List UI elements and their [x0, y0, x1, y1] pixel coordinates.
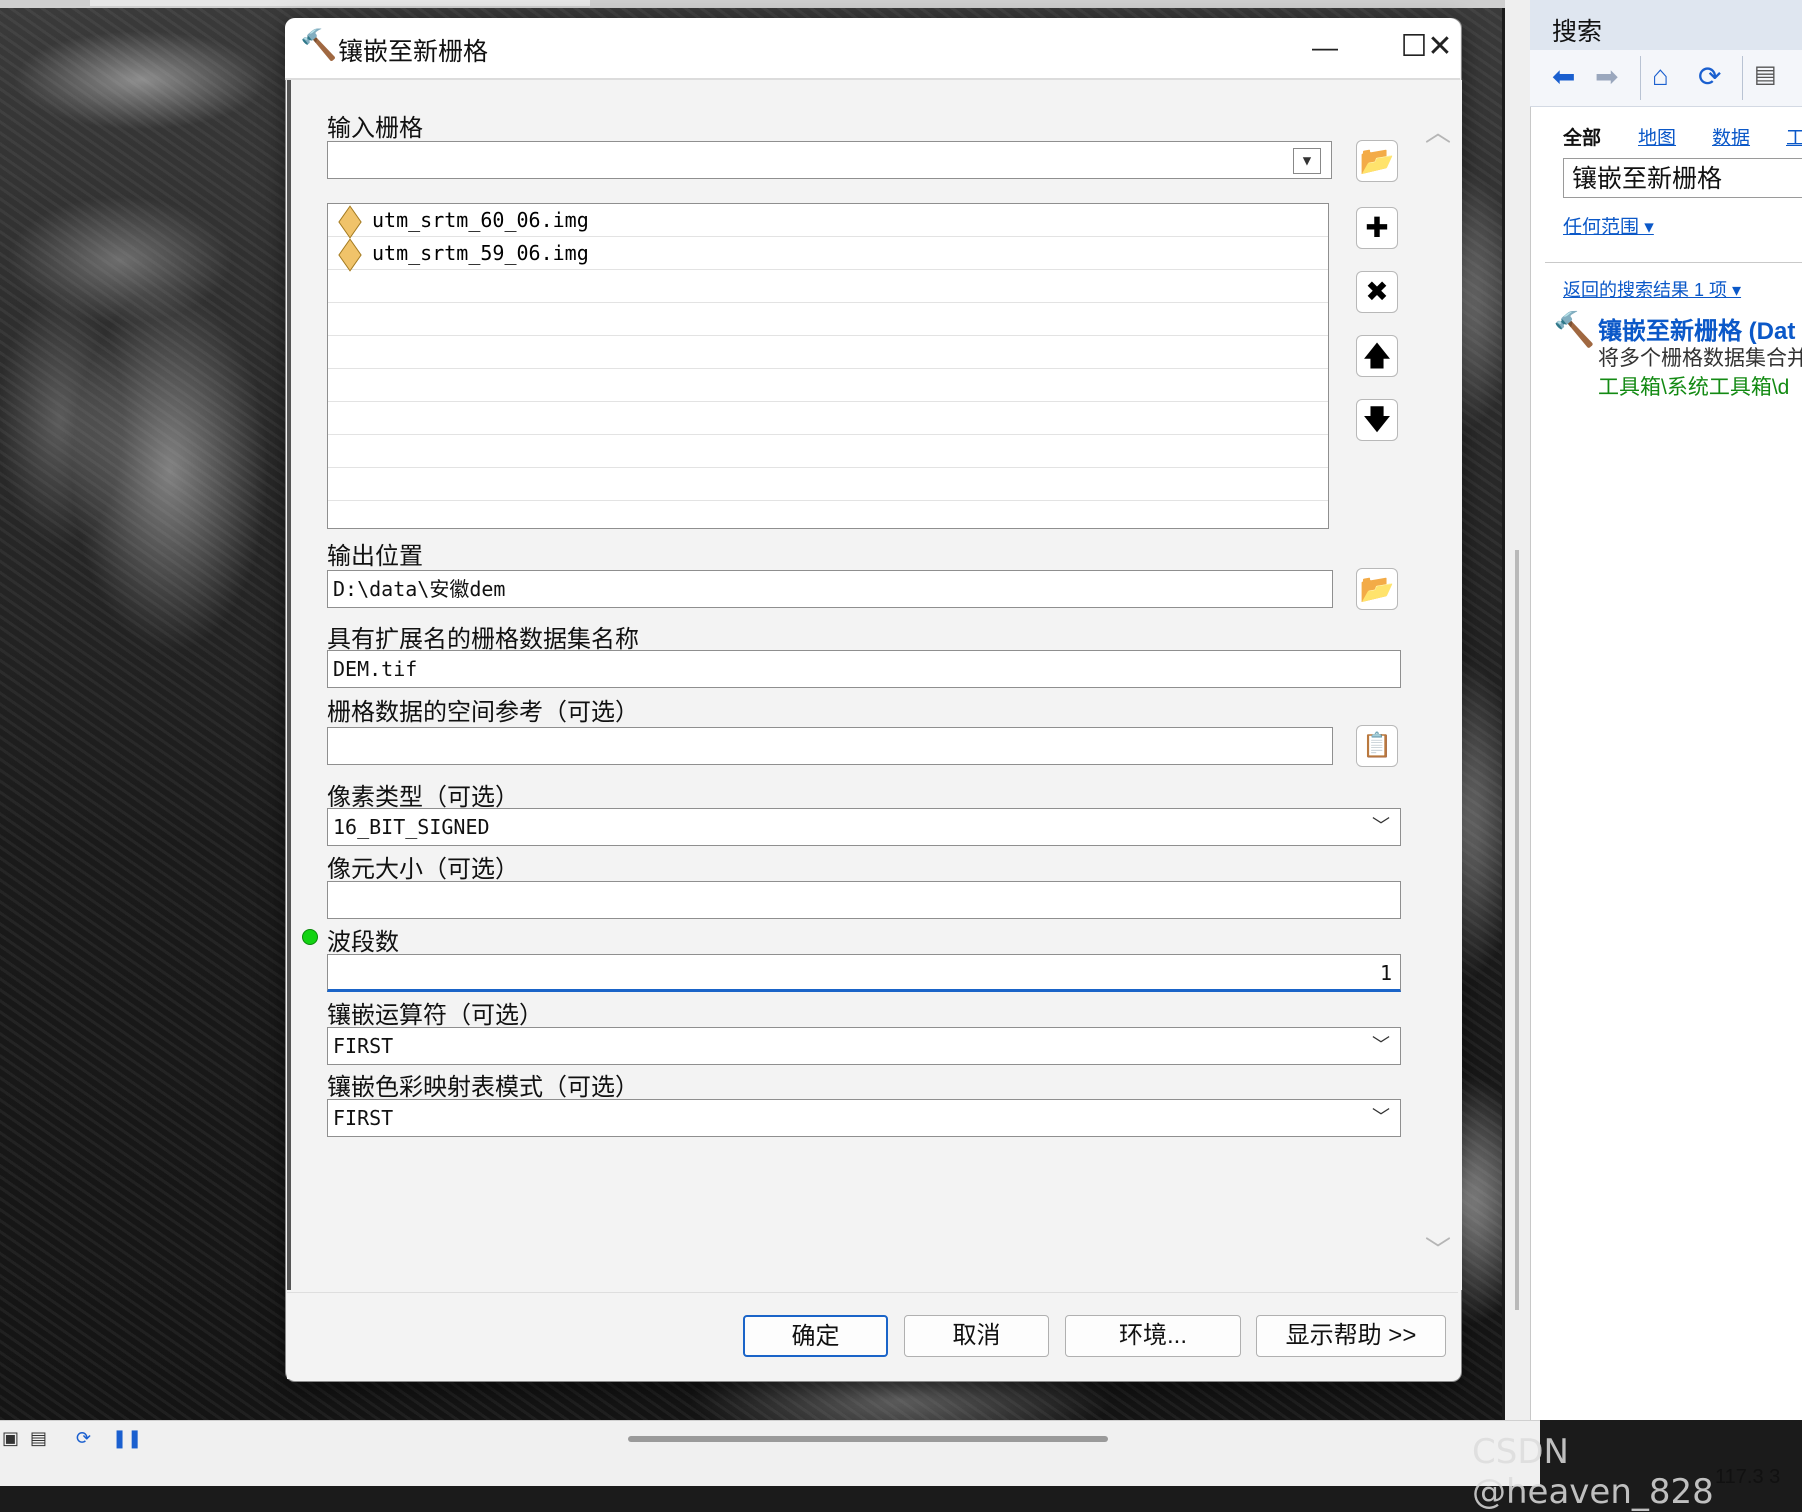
- search-input[interactable]: 镶嵌至新栅格: [1563, 158, 1802, 198]
- forward-icon[interactable]: ➡: [1595, 60, 1618, 93]
- output-location-label: 输出位置: [327, 543, 423, 570]
- band-count-label: 波段数: [327, 929, 399, 956]
- chevron-up-icon[interactable]: ︿: [1425, 112, 1451, 149]
- x-icon: ✖: [1365, 276, 1389, 307]
- output-location-input[interactable]: D:\data\安徽dem: [327, 570, 1333, 608]
- arrow-up-icon: 🡅: [1362, 340, 1392, 371]
- page-icon[interactable]: ▤: [30, 1428, 47, 1449]
- arrow-down-icon: 🡇: [1362, 404, 1392, 435]
- mosaic-operator-label: 镶嵌运算符（可选）: [327, 1002, 543, 1029]
- list-item-empty: [328, 435, 1328, 468]
- browse-output-button[interactable]: 📂: [1356, 568, 1398, 610]
- input-rasters-label: 输入栅格: [327, 115, 423, 142]
- search-panel-title: 搜索: [1552, 18, 1603, 46]
- tab-maps[interactable]: 地图: [1638, 123, 1676, 150]
- list-item[interactable]: utm_srtm_60_06.img: [328, 204, 1328, 239]
- pixel-type-select[interactable]: 16_BIT_SIGNED ﹀: [327, 808, 1401, 846]
- cell-size-label: 像元大小（可选）: [327, 856, 519, 883]
- colormap-mode-label: 镶嵌色彩映射表模式（可选）: [327, 1074, 639, 1101]
- pixel-type-value: 16_BIT_SIGNED: [333, 815, 490, 839]
- options-icon[interactable]: ▤: [1754, 60, 1777, 89]
- back-icon[interactable]: ⬅: [1552, 60, 1575, 93]
- pixel-type-label: 像素类型（可选）: [327, 784, 519, 811]
- plus-icon: ✚: [1365, 212, 1389, 243]
- ok-button[interactable]: 确定: [743, 1315, 888, 1357]
- list-item-label: utm_srtm_60_06.img: [372, 208, 589, 232]
- refresh-icon[interactable]: ⟳: [1698, 60, 1721, 93]
- extent-dropdown[interactable]: 任何范围 ▾: [1563, 212, 1654, 239]
- divider: [1545, 262, 1802, 263]
- result-count[interactable]: 返回的搜索结果 1 项 ▾: [1563, 276, 1741, 302]
- list-item-empty: [328, 369, 1328, 402]
- list-item-empty: [328, 303, 1328, 336]
- colormap-mode-select[interactable]: FIRST ﹀: [327, 1099, 1401, 1137]
- top-scrollbar[interactable]: [90, 0, 590, 6]
- mosaic-operator-select[interactable]: FIRST ﹀: [327, 1027, 1401, 1065]
- toolbar-separator: [1742, 56, 1743, 100]
- tab-all[interactable]: 全部: [1563, 123, 1601, 150]
- status-bar: [0, 1420, 1540, 1486]
- remove-button[interactable]: ✖: [1356, 271, 1398, 313]
- hammer-icon: 🔨: [1553, 311, 1596, 349]
- move-up-button[interactable]: 🡅: [1356, 335, 1398, 377]
- chevron-down-icon[interactable]: ﹀: [1425, 1230, 1451, 1267]
- chevron-down-icon[interactable]: ﹀: [1372, 1028, 1390, 1064]
- browse-input-button[interactable]: 📂: [1356, 140, 1398, 182]
- folder-open-icon: 📂: [1359, 573, 1395, 604]
- show-help-button[interactable]: 显示帮助 >>: [1256, 1315, 1446, 1357]
- move-down-button[interactable]: 🡇: [1356, 399, 1398, 441]
- raster-icon: [338, 238, 362, 272]
- horizontal-scrollbar[interactable]: [628, 1436, 1108, 1442]
- list-item-empty: [328, 270, 1328, 303]
- colormap-mode-value: FIRST: [333, 1106, 394, 1130]
- list-item-empty: [328, 402, 1328, 435]
- result-description: 将多个栅格数据集合并: [1598, 347, 1802, 370]
- panel-gutter: [1505, 0, 1530, 1420]
- properties-icon: 📋: [1362, 732, 1392, 759]
- list-item-empty: [328, 468, 1328, 501]
- refresh-icon[interactable]: ⟳: [76, 1428, 91, 1449]
- cancel-button[interactable]: 取消: [904, 1315, 1049, 1357]
- result-path: 工具箱\系统工具箱\d: [1598, 376, 1790, 399]
- spatial-ref-input[interactable]: [327, 727, 1333, 765]
- list-item-label: utm_srtm_59_06.img: [372, 241, 589, 265]
- result-title-link[interactable]: 镶嵌至新栅格 (Dat: [1598, 311, 1795, 346]
- tab-tools[interactable]: 工: [1786, 123, 1802, 150]
- minimize-button[interactable]: —: [1290, 22, 1360, 72]
- spatial-ref-button[interactable]: 📋: [1356, 725, 1398, 767]
- dataset-name-label: 具有扩展名的栅格数据集名称: [327, 626, 639, 653]
- tab-data[interactable]: 数据: [1712, 123, 1750, 150]
- input-rasters-list[interactable]: utm_srtm_60_06.img utm_srtm_59_06.img: [327, 203, 1329, 529]
- required-indicator: [302, 929, 318, 945]
- watermark: CSDN @heaven_828: [1472, 1432, 1714, 1512]
- chevron-down-icon[interactable]: ▼: [1293, 148, 1321, 174]
- chevron-down-icon[interactable]: ﹀: [1372, 1100, 1390, 1136]
- toolbar-separator: [1640, 56, 1641, 100]
- pause-icon[interactable]: ❚❚: [112, 1428, 142, 1449]
- list-item[interactable]: utm_srtm_59_06.img: [328, 237, 1328, 272]
- hammer-icon: 🔨: [300, 29, 338, 62]
- list-item-empty: [328, 336, 1328, 369]
- home-icon[interactable]: ⌂: [1652, 60, 1669, 92]
- folder-open-icon: 📂: [1359, 145, 1395, 176]
- layout-view-icon[interactable]: ▣: [2, 1428, 19, 1449]
- band-count-input[interactable]: 1: [327, 954, 1401, 992]
- raster-icon: [338, 205, 362, 239]
- mosaic-operator-value: FIRST: [333, 1034, 394, 1058]
- close-button[interactable]: ✕: [1405, 22, 1475, 72]
- chevron-down-icon[interactable]: ﹀: [1372, 809, 1390, 845]
- dialog-title: 镶嵌至新栅格: [338, 38, 489, 66]
- environments-button[interactable]: 环境...: [1065, 1315, 1241, 1357]
- cell-size-input[interactable]: [327, 881, 1401, 919]
- add-button[interactable]: ✚: [1356, 207, 1398, 249]
- spatial-ref-label: 栅格数据的空间参考（可选）: [327, 699, 639, 726]
- input-rasters-combo[interactable]: ▼: [327, 141, 1332, 179]
- dataset-name-input[interactable]: DEM.tif: [327, 650, 1401, 688]
- vertical-scrollbar[interactable]: [1515, 550, 1519, 1310]
